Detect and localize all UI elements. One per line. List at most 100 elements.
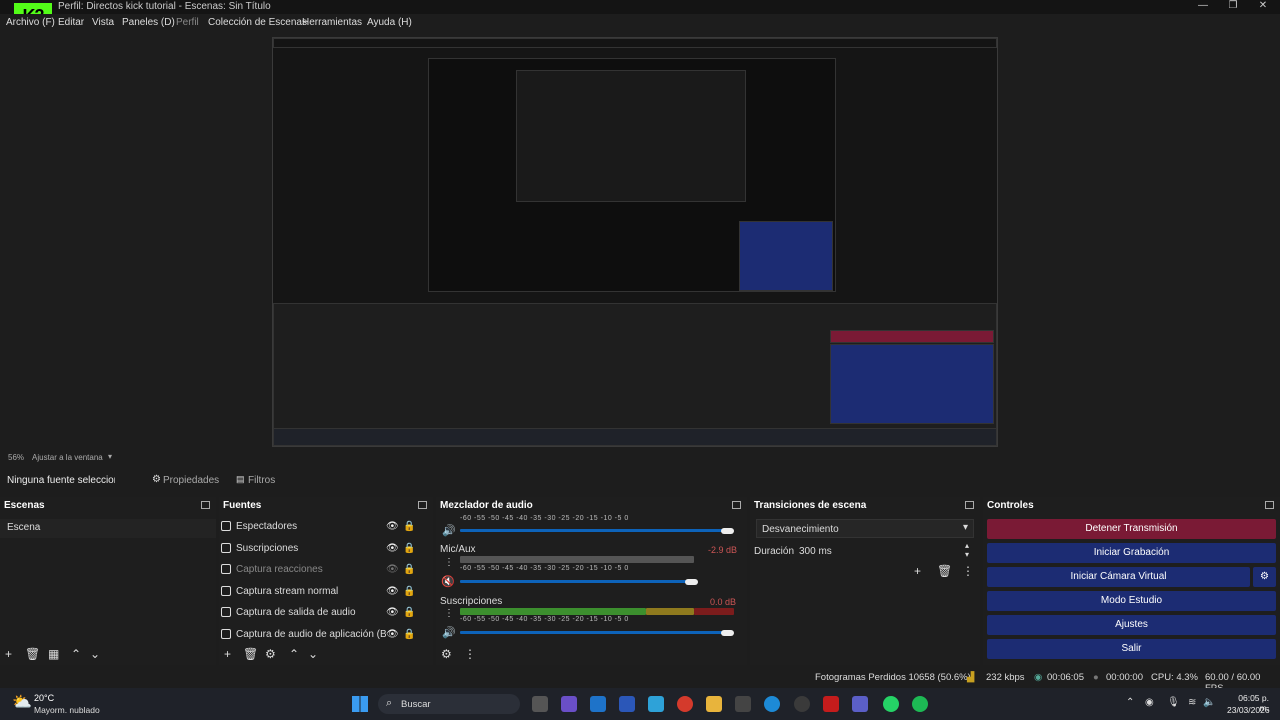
volume-slider[interactable]	[460, 580, 690, 583]
menu-docks[interactable]: Paneles (D)	[122, 17, 175, 28]
add-scene-icon[interactable]: +	[5, 647, 12, 661]
mic-icon[interactable]: 🎙	[1167, 697, 1180, 708]
clock-date[interactable]: 23/03/2026	[1227, 705, 1270, 715]
eye-icon[interactable]: 👁	[386, 521, 399, 532]
lock-icon[interactable]: 🔒	[403, 629, 415, 640]
settings-button[interactable]: Ajustes	[987, 615, 1276, 635]
move-up-icon[interactable]: ⌃	[289, 647, 299, 661]
whatsapp-icon[interactable]	[883, 696, 899, 712]
trash-icon[interactable]: 🗑	[243, 647, 258, 661]
move-down-icon[interactable]: ⌄	[90, 647, 100, 661]
gear-icon[interactable]: ⚙	[265, 647, 276, 661]
spin-down-icon[interactable]: ▾	[965, 550, 969, 559]
eye-icon[interactable]: 👁	[386, 543, 399, 554]
volume-icon[interactable]: 🔈	[1203, 697, 1215, 708]
spin-up-icon[interactable]: ▴	[965, 541, 969, 550]
taskbar-search[interactable]: ⌕ Buscar	[378, 694, 520, 714]
adobe-icon[interactable]	[823, 696, 839, 712]
source-item[interactable]: Suscripciones 👁 🔒	[219, 540, 419, 559]
eye-icon[interactable]: 👁	[386, 629, 399, 640]
gear-icon[interactable]: ⚙	[441, 647, 452, 661]
trash-icon[interactable]: 🗑	[937, 564, 952, 578]
menu-tools[interactable]: Herramientas	[302, 17, 362, 28]
volume-knob[interactable]	[685, 579, 698, 585]
menu-dots-icon[interactable]: ⋮	[962, 564, 974, 578]
hp-icon[interactable]	[619, 696, 635, 712]
app-icon[interactable]	[735, 696, 751, 712]
exit-button[interactable]: Salir	[987, 639, 1276, 659]
chevron-up-icon[interactable]: ⌃	[1126, 697, 1134, 708]
undock-icon[interactable]	[201, 501, 210, 509]
undock-icon[interactable]	[965, 501, 974, 509]
muted-mic-icon[interactable]: 🔇	[441, 575, 455, 588]
obs-tray-icon[interactable]: ◉	[1145, 697, 1154, 708]
source-item[interactable]: Captura de audio de aplicación (BETA)👁 🔒	[219, 626, 419, 645]
obs-icon[interactable]	[794, 696, 810, 712]
menu-view[interactable]: Vista	[92, 17, 114, 28]
lock-icon[interactable]: 🔒	[403, 543, 415, 554]
teams-icon[interactable]	[852, 696, 868, 712]
stop-streaming-button[interactable]: Detener Transmisión	[987, 519, 1276, 539]
undock-icon[interactable]	[732, 501, 741, 509]
speaker-icon[interactable]: 🔊	[442, 626, 456, 639]
menu-help[interactable]: Ayuda (H)	[367, 17, 412, 28]
lock-icon[interactable]: 🔒	[403, 521, 415, 532]
eye-off-icon[interactable]: 👁	[386, 564, 399, 575]
menu-dots-icon[interactable]: ⋮	[464, 647, 476, 661]
menu-edit[interactable]: Editar	[58, 17, 84, 28]
volume-knob[interactable]	[721, 630, 734, 636]
filters-button[interactable]: Filtros	[248, 475, 275, 486]
preview-canvas[interactable]	[272, 37, 998, 447]
windows-start-icon[interactable]	[352, 696, 368, 712]
gear-icon[interactable]: ⚙	[1253, 567, 1276, 587]
menu-profile[interactable]: Perfil	[176, 17, 199, 28]
move-down-icon[interactable]: ⌄	[308, 647, 318, 661]
close-button[interactable]: ✕	[1248, 0, 1278, 11]
volume-slider[interactable]	[460, 631, 728, 634]
studio-mode-button[interactable]: Modo Estudio	[987, 591, 1276, 611]
move-up-icon[interactable]: ⌃	[71, 647, 81, 661]
start-recording-button[interactable]: Iniciar Grabación	[987, 543, 1276, 563]
duration-spinbox[interactable]: 300 ms ▴ ▾	[796, 541, 974, 561]
file-explorer-icon[interactable]	[706, 696, 722, 712]
maximize-button[interactable]: ❐	[1218, 0, 1248, 11]
source-item[interactable]: Espectadores 👁 🔒	[219, 518, 419, 537]
undock-icon[interactable]	[1265, 501, 1274, 509]
store-icon[interactable]	[590, 696, 606, 712]
minimize-button[interactable]: —	[1188, 0, 1218, 11]
task-view-icon[interactable]	[532, 696, 548, 712]
trash-icon[interactable]: 🗑	[25, 647, 40, 661]
filter-icon[interactable]: ▦	[48, 647, 59, 661]
chevron-down-icon[interactable]: ▾	[108, 452, 112, 461]
add-transition-icon[interactable]: +	[914, 564, 921, 578]
volume-knob[interactable]	[721, 528, 734, 534]
properties-button[interactable]: Propiedades	[163, 475, 219, 486]
speaker-icon[interactable]: 🔊	[442, 524, 456, 537]
chrome-icon[interactable]	[677, 696, 693, 712]
menu-dots-icon[interactable]: ⋮	[444, 557, 454, 568]
source-item[interactable]: Captura de salida de audio 👁 🔒	[219, 604, 419, 623]
lock-icon[interactable]: 🔒	[403, 607, 415, 618]
spotify-icon[interactable]	[912, 696, 928, 712]
lock-icon[interactable]: 🔒	[403, 564, 415, 575]
zoom-value[interactable]: 56%	[8, 453, 24, 462]
add-source-icon[interactable]: +	[224, 647, 231, 661]
copilot-icon[interactable]	[561, 696, 577, 712]
menu-dots-icon[interactable]: ⋮	[444, 608, 454, 619]
lock-icon[interactable]: 🔒	[403, 586, 415, 597]
edge-dev-icon[interactable]	[648, 696, 664, 712]
eye-icon[interactable]: 👁	[386, 607, 399, 618]
wifi-icon[interactable]: ≋	[1188, 697, 1196, 708]
eye-icon[interactable]: 👁	[386, 586, 399, 597]
source-item[interactable]: Captura stream normal 👁 🔒	[219, 583, 419, 602]
start-virtual-camera-button[interactable]: Iniciar Cámara Virtual	[987, 567, 1250, 587]
edge-icon[interactable]	[764, 696, 780, 712]
source-item[interactable]: Captura reacciones 👁 🔒	[219, 561, 419, 580]
undock-icon[interactable]	[418, 501, 427, 509]
menu-file[interactable]: Archivo (F)	[6, 17, 55, 28]
scene-item[interactable]: Escena	[0, 519, 216, 538]
transition-select[interactable]: Desvanecimiento ▾	[756, 519, 974, 538]
volume-slider[interactable]	[460, 529, 728, 532]
menu-scene-collection[interactable]: Colección de Escenas	[208, 17, 307, 28]
zoom-mode[interactable]: Ajustar a la ventana	[32, 453, 103, 462]
